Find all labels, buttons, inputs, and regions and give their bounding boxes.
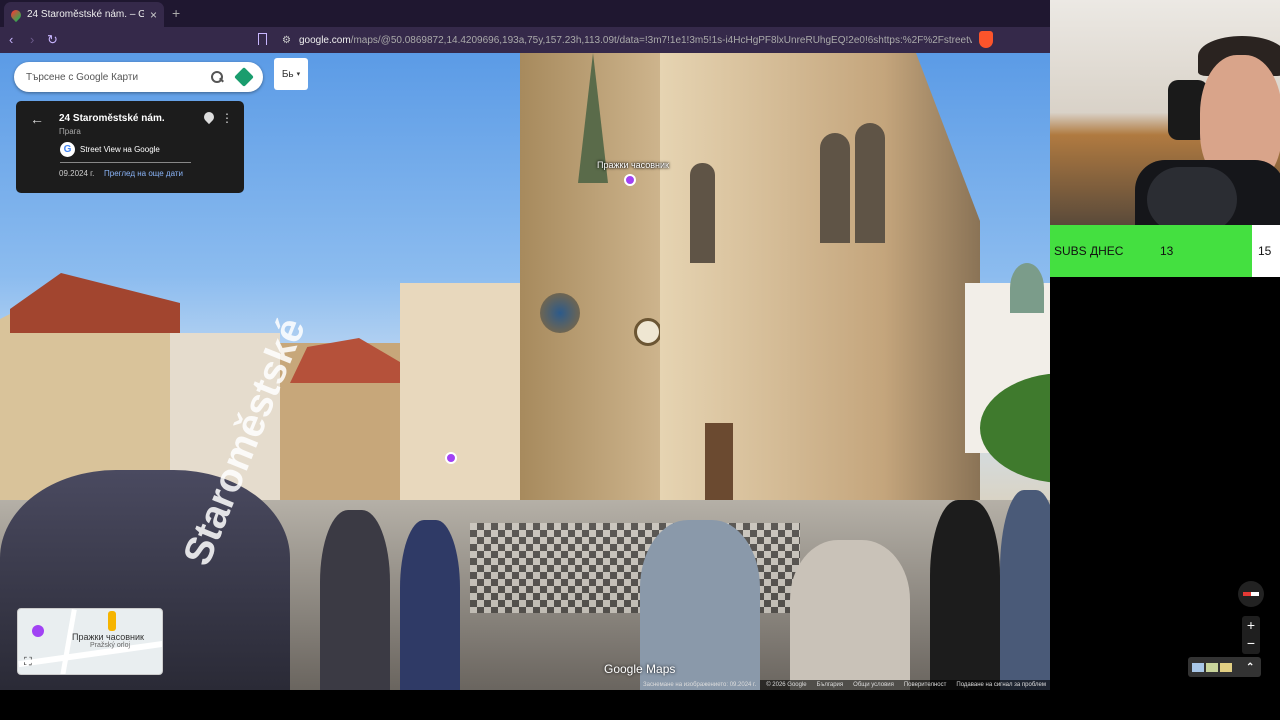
address-bar: ‹ › ↻ ⚙ google.com/maps/@50.0869872,14.4… (0, 27, 1050, 53)
subs-goal: 15 (1252, 225, 1280, 277)
see-more-dates-link[interactable]: Преглед на още дати (104, 169, 183, 178)
footer-country[interactable]: България (817, 682, 844, 688)
site-settings-icon[interactable]: ⚙ (282, 35, 291, 46)
map-road (60, 609, 77, 674)
google-g-icon: G (60, 142, 75, 157)
location-card: ← 24 Staroměstské nám. Прага ⋮ G Street … (16, 101, 244, 193)
poi-label-prague-orloj[interactable]: Пражки часовник (597, 160, 669, 170)
gothic-window (690, 163, 715, 263)
directions-icon[interactable] (234, 67, 254, 87)
expand-thumbnails-icon[interactable]: ⌃ (1246, 662, 1254, 673)
reload-icon[interactable]: ↻ (47, 32, 58, 48)
brave-shield-icon[interactable] (979, 31, 993, 48)
person (1000, 490, 1050, 690)
footer-terms[interactable]: Общи условия (853, 682, 894, 688)
tab-google-maps[interactable]: 24 Staroměstské nám. – Google × (4, 2, 164, 27)
person (930, 500, 1000, 690)
url-path: /maps/@50.0869872,14.4209696,193a,75y,15… (350, 34, 972, 46)
gothic-window (855, 123, 885, 243)
poi-marker (32, 625, 44, 637)
subs-label: SUBS ДНЕС (1054, 244, 1124, 258)
poi-marker[interactable] (624, 174, 636, 186)
bookmark-icon[interactable] (258, 33, 267, 45)
url-field[interactable]: ⚙ google.com/maps/@50.0869872,14.4209696… (282, 29, 972, 51)
search-box[interactable]: Търсене с Google Карти (14, 62, 263, 92)
microphone (1147, 167, 1237, 225)
forward-icon[interactable]: › (30, 32, 34, 47)
photo-thumbnails[interactable]: ⌃ (1188, 657, 1261, 677)
footer-copyright: © 2026 Google (766, 682, 807, 688)
subs-counter: SUBS ДНЕС 13 15 (1050, 225, 1280, 277)
language-toggle[interactable]: Бь ▾ (274, 58, 308, 90)
map-footer: Заснемане на изображението: 09.2024 г. ©… (643, 680, 1050, 690)
compass-icon[interactable] (1238, 581, 1264, 607)
location-title: 24 Staroměstské nám. (59, 113, 165, 124)
back-arrow-icon[interactable]: ← (30, 111, 44, 127)
search-input[interactable]: Търсене с Google Карти (26, 72, 211, 83)
map-pin-icon[interactable] (201, 109, 217, 125)
zoom-out-button[interactable]: − (1242, 634, 1260, 652)
new-tab-button[interactable]: + (172, 5, 180, 21)
footer-privacy[interactable]: Поверителност (904, 682, 947, 688)
screen: 24 Staroměstské nám. – Google × + ‹ › ↻ … (0, 0, 1280, 720)
astronomical-clock (540, 293, 580, 333)
capture-date: 09.2024 г. (59, 169, 95, 178)
webcam-overlay (1050, 0, 1280, 225)
building-left-roof (10, 273, 180, 333)
url-host: google.com (298, 34, 351, 46)
person (400, 520, 460, 690)
expand-icon[interactable]: ⛶ (24, 656, 32, 669)
church-dome (1010, 263, 1044, 313)
street-view-source: G Street View на Google (60, 142, 160, 157)
bottom-bar (0, 690, 1280, 720)
footer-report[interactable]: Подаване на сигнал за проблем (956, 682, 1046, 688)
zoom-control: + − (1242, 616, 1260, 654)
location-city: Прага (59, 127, 81, 136)
person (320, 510, 390, 690)
clock-face (634, 318, 662, 346)
language-toggle-label: Бь (281, 68, 294, 80)
minimap[interactable]: Пражки часовник Pražský orloj ⛶ (17, 608, 163, 675)
search-icon[interactable] (211, 71, 223, 83)
minimap-sublabel: Pražský orloj (90, 642, 131, 649)
footer-capture-date: Заснемане на изображението: 09.2024 г. (643, 682, 757, 688)
street-view-source-label: Street View на Google (80, 145, 160, 154)
google-maps-logo: Google Maps (604, 662, 676, 676)
minimap-label: Пражки часовник (72, 632, 144, 642)
poi-marker[interactable] (445, 452, 457, 464)
subs-value: 13 (1160, 244, 1174, 258)
thumbnail[interactable] (1192, 662, 1204, 672)
chevron-down-icon: ▾ (296, 71, 301, 78)
more-options-icon[interactable]: ⋮ (221, 111, 233, 125)
thumbnail[interactable] (1206, 662, 1218, 672)
zoom-in-button[interactable]: + (1242, 616, 1260, 634)
back-icon[interactable]: ‹ (9, 32, 13, 47)
pegman-icon[interactable] (108, 611, 116, 631)
tab-bar: 24 Staroměstské nám. – Google × + (0, 0, 1050, 27)
close-tab-icon[interactable]: × (150, 8, 157, 22)
divider (60, 162, 191, 163)
person (790, 540, 910, 690)
thumbnail[interactable] (1220, 662, 1232, 672)
door (705, 423, 733, 508)
gothic-window (820, 133, 850, 243)
maps-pin-icon (8, 7, 24, 22)
tab-title: 24 Staroměstské nám. – Google (27, 9, 144, 20)
